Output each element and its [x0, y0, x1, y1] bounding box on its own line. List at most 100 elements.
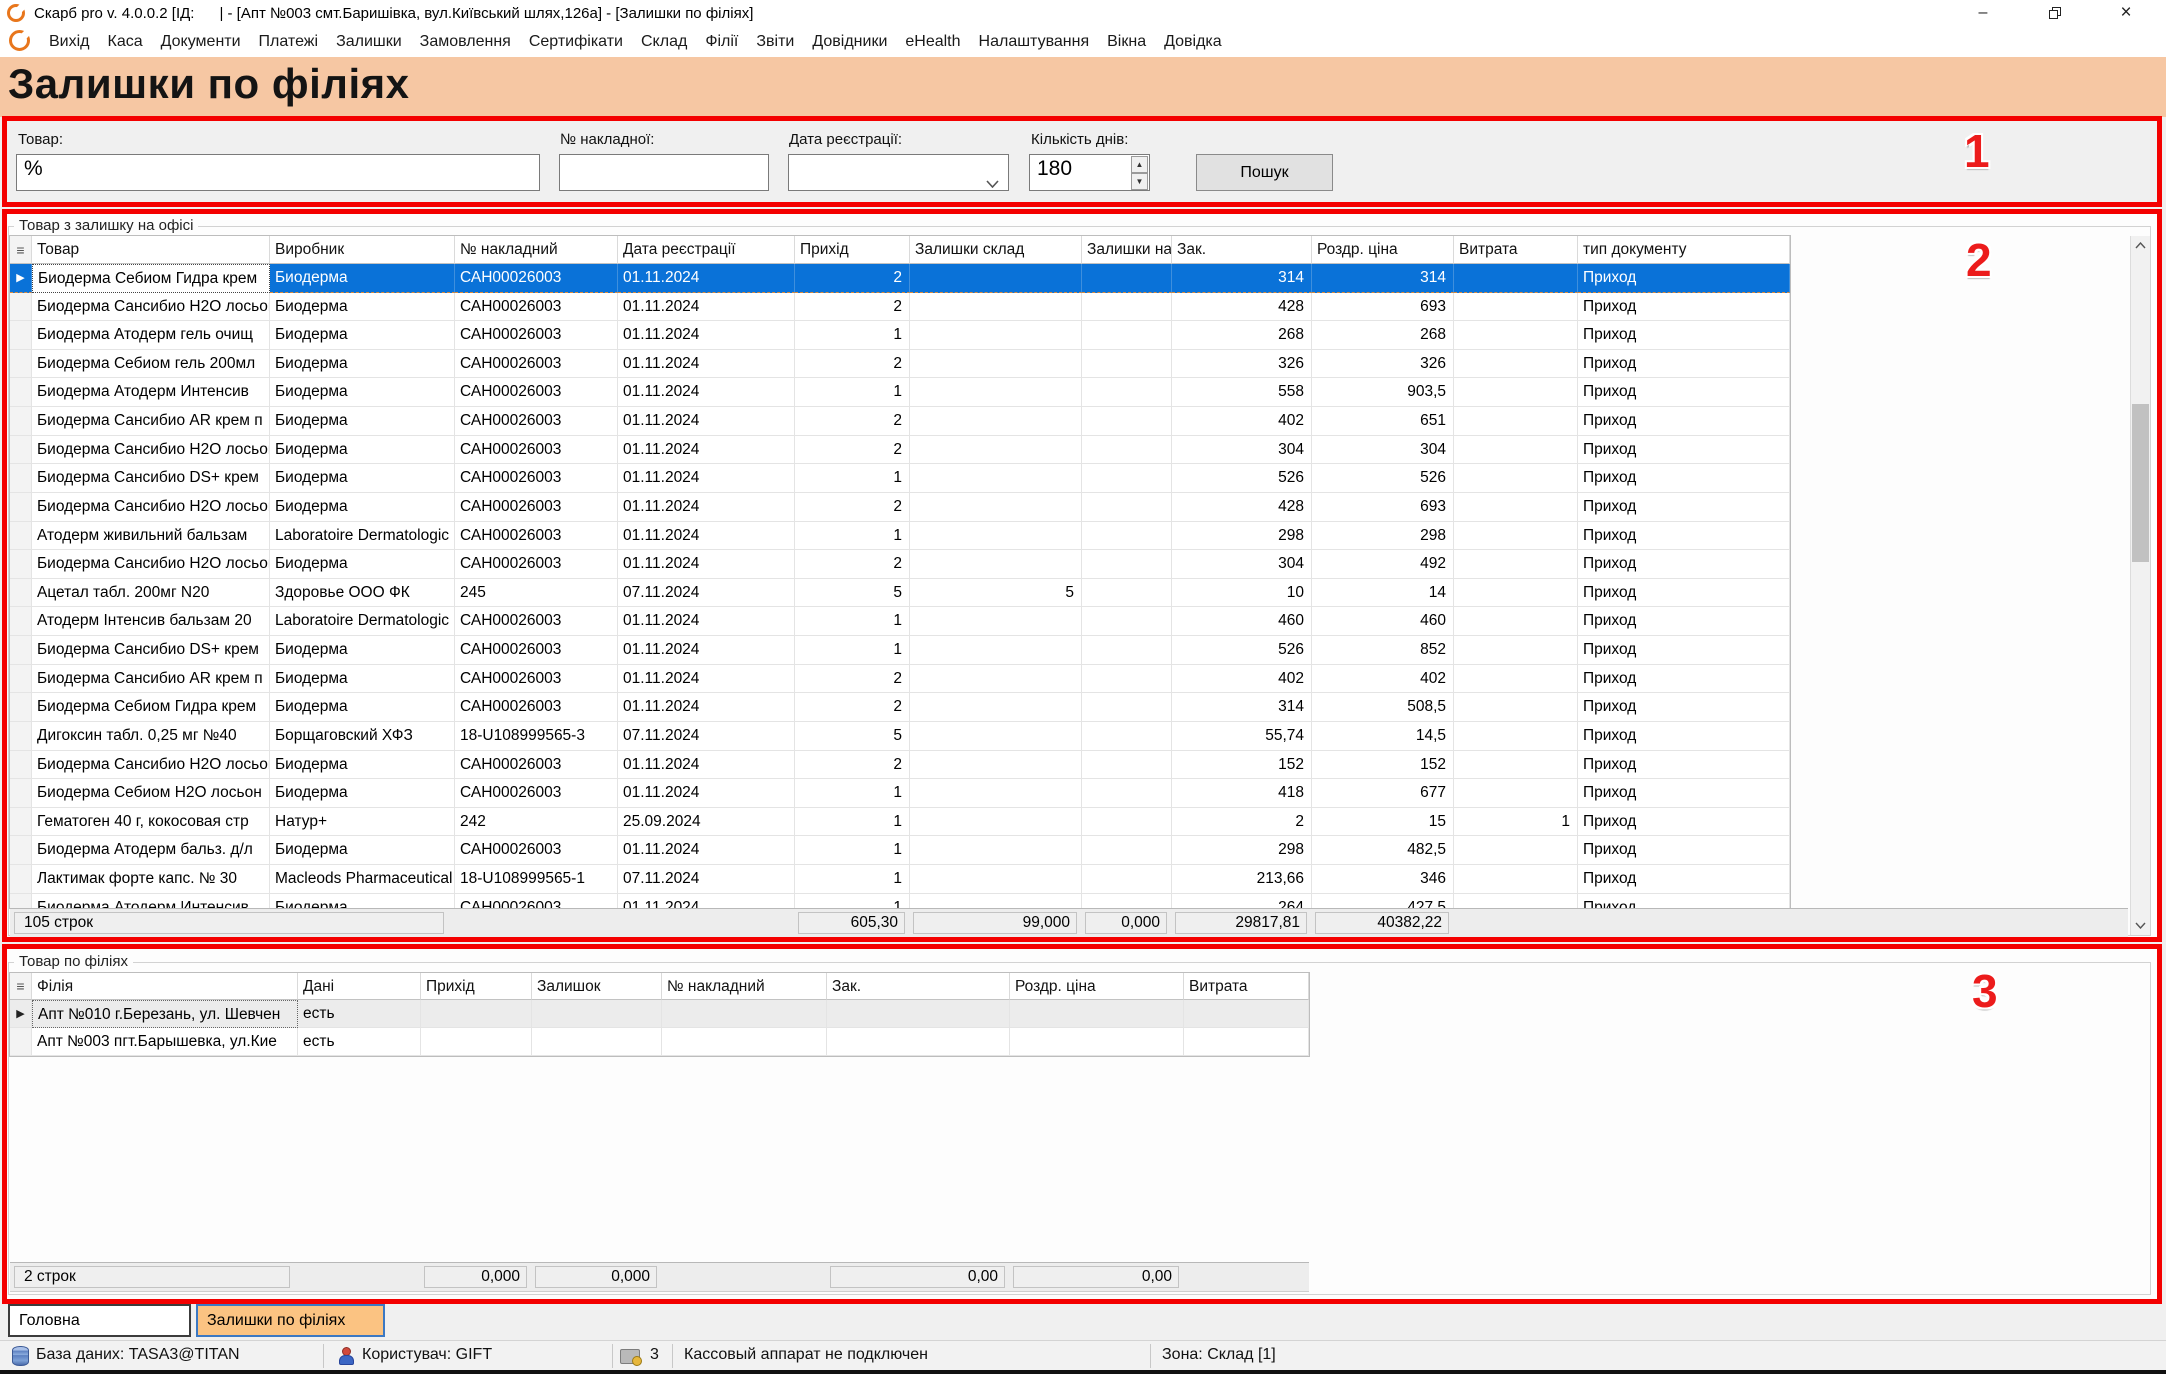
menu-item[interactable]: Довідка — [1155, 33, 1231, 51]
column-header[interactable]: Залишки на — [1082, 236, 1172, 264]
table-cell — [1454, 522, 1578, 550]
scroll-down-icon[interactable] — [2131, 916, 2150, 935]
table-row[interactable]: Биодерма Сансибио Н2О лосьонБиодермаСАН0… — [10, 493, 1790, 522]
column-header[interactable]: Дані — [298, 973, 421, 1000]
table-cell: Биодерма — [270, 464, 455, 493]
search-button[interactable]: Пошук — [1196, 154, 1333, 191]
table-row[interactable]: Ацетал табл. 200мг N20Здоровье ООО ФК245… — [10, 579, 1790, 607]
table-row[interactable]: Биодерма Себиом Н2О лосьонБиодермаСАН000… — [10, 779, 1790, 808]
product-input[interactable]: % — [16, 154, 540, 191]
table-cell — [910, 264, 1082, 293]
table-cell: 693 — [1312, 493, 1454, 522]
scrollbar-thumb[interactable] — [2132, 404, 2149, 562]
table-row[interactable]: Биодерма Себиом гель 200млБиодермаСАН000… — [10, 350, 1790, 378]
tab-zalyshky-po-filiiakh[interactable]: Залишки по філіях — [196, 1304, 385, 1337]
date-combobox[interactable] — [788, 154, 1009, 191]
column-header[interactable]: Роздр. ціна — [1010, 973, 1184, 1000]
table-cell — [910, 836, 1082, 865]
row-marker — [10, 779, 32, 808]
menu-item[interactable]: Каса — [99, 33, 152, 51]
menu-item[interactable]: Документи — [152, 33, 250, 51]
table-row[interactable]: Биодерма Сансибио DS+ кремБиодермаСАН000… — [10, 464, 1790, 493]
table-row[interactable]: Лактимак форте капс. № 30Macleods Pharma… — [10, 865, 1790, 894]
table-cell: 152 — [1172, 751, 1312, 779]
column-header[interactable]: № накладний — [662, 973, 827, 1000]
menu-item[interactable]: eHealth — [896, 33, 969, 51]
table-row[interactable]: Биодерма Атодерм гель очищБиодермаСАН000… — [10, 321, 1790, 350]
restore-button[interactable] — [2032, 0, 2078, 26]
menu-item[interactable]: Вікна — [1098, 33, 1155, 51]
table-row[interactable]: Биодерма Сансибио AR крем пБиодермаСАН00… — [10, 665, 1790, 693]
table-cell: САН00026003 — [455, 264, 618, 293]
column-header[interactable]: Витрата — [1184, 973, 1309, 1000]
table-row[interactable]: Биодерма Сансибио AR крем пБиодермаСАН00… — [10, 407, 1790, 436]
table-cell: 01.11.2024 — [618, 894, 795, 908]
days-label: Кількість днів: — [1031, 131, 1128, 148]
table-cell: Биодерма Сансибио DS+ крем — [32, 636, 270, 665]
column-header[interactable]: Дата реєстрації — [618, 236, 795, 264]
table-row[interactable]: Биодерма Атодерм бальз. д/лБиодермаСАН00… — [10, 836, 1790, 865]
vertical-scrollbar[interactable] — [2130, 236, 2150, 935]
branches-grid-menu-icon[interactable]: ≡ — [10, 973, 32, 1000]
table-cell: Биодерма Сансибио AR крем п — [32, 407, 270, 436]
table-cell — [910, 693, 1082, 722]
column-header[interactable]: Товар — [32, 236, 270, 264]
minimize-button[interactable]: – — [1960, 0, 2006, 26]
invoice-input[interactable] — [559, 154, 769, 191]
column-header[interactable]: тип документу — [1578, 236, 1790, 264]
table-row[interactable]: Биодерма Себиом Гидра кремБиодермаСАН000… — [10, 693, 1790, 722]
column-header[interactable]: Прихід — [421, 973, 532, 1000]
table-row[interactable]: Биодерма Атодерм ИнтенсивБиодермаСАН0002… — [10, 378, 1790, 407]
office-grid-menu-icon[interactable]: ≡ — [10, 236, 32, 264]
table-row[interactable]: Гематоген 40 г, кокосовая стрНатур+24225… — [10, 808, 1790, 836]
table-row[interactable]: ▶Биодерма Себиом Гидра кремБиодермаСАН00… — [10, 264, 1790, 293]
column-header[interactable]: Зак. — [827, 973, 1010, 1000]
column-header[interactable]: Залишки склад — [910, 236, 1082, 264]
tab-holovna[interactable]: Головна — [8, 1304, 191, 1337]
invoice-label: № накладної: — [560, 131, 654, 148]
table-row[interactable]: Биодерма Сансибио DS+ кремБиодермаСАН000… — [10, 636, 1790, 665]
column-header[interactable]: Прихід — [795, 236, 910, 264]
column-header[interactable]: № накладний — [455, 236, 618, 264]
stepper-down-icon[interactable]: ▼ — [1131, 173, 1148, 190]
table-cell: 693 — [1312, 293, 1454, 321]
table-cell — [1082, 894, 1172, 908]
menu-item[interactable]: Залишки — [327, 33, 411, 51]
scroll-up-icon[interactable] — [2131, 236, 2150, 255]
menu-item[interactable]: Звіти — [747, 33, 803, 51]
table-cell: 304 — [1172, 550, 1312, 579]
menu-item[interactable]: Налаштування — [970, 33, 1099, 51]
table-cell: 268 — [1312, 321, 1454, 350]
close-button[interactable]: × — [2103, 0, 2149, 26]
column-header[interactable]: Виробник — [270, 236, 455, 264]
table-cell: 01.11.2024 — [618, 607, 795, 636]
table-cell — [1082, 493, 1172, 522]
menu-item[interactable]: Платежі — [250, 33, 328, 51]
menu-item[interactable]: Довідники — [803, 33, 896, 51]
column-header[interactable]: Роздр. ціна — [1312, 236, 1454, 264]
column-header[interactable]: Філія — [32, 973, 298, 1000]
menu-item[interactable]: Склад — [632, 33, 696, 51]
row-marker — [10, 407, 32, 436]
days-stepper[interactable]: 180 ▲ ▼ — [1029, 154, 1150, 191]
table-row[interactable]: Апт №003 пгт.Барышевка, ул.Киеесть — [10, 1028, 1309, 1056]
menu-item[interactable]: Філії — [696, 33, 747, 51]
table-row[interactable]: Биодерма Сансибио Н2О лосьонБиодермаСАН0… — [10, 293, 1790, 321]
menu-item[interactable]: Сертифікати — [520, 33, 632, 51]
table-row[interactable]: Биодерма Сансибио Н2О лосьонБиодермаСАН0… — [10, 436, 1790, 464]
table-row[interactable]: Дигоксин табл. 0,25 мг №40Борщаговский Х… — [10, 722, 1790, 751]
table-row[interactable]: Биодерма Атодерм ИнтенсивБиодермаСАН0002… — [10, 894, 1790, 908]
table-row[interactable]: Биодерма Сансибио Н2О лосьонБиодермаСАН0… — [10, 751, 1790, 779]
menu-item[interactable]: Замовлення — [411, 33, 520, 51]
chevron-down-icon[interactable] — [986, 170, 999, 194]
table-row[interactable]: ▶Апт №010 г.Березань, ул. Шевченесть — [10, 1000, 1309, 1028]
stepper-up-icon[interactable]: ▲ — [1131, 156, 1148, 173]
table-cell: Биодерма — [270, 550, 455, 579]
column-header[interactable]: Залишок — [532, 973, 662, 1000]
menu-item[interactable]: Вихід — [40, 33, 99, 51]
column-header[interactable]: Витрата — [1454, 236, 1578, 264]
table-row[interactable]: Атодерм Інтенсив бальзам 20Laboratoire D… — [10, 607, 1790, 636]
table-row[interactable]: Атодерм живильний бальзамLaboratoire Der… — [10, 522, 1790, 550]
column-header[interactable]: Зак. — [1172, 236, 1312, 264]
table-row[interactable]: Биодерма Сансибио Н2О лосьонБиодермаСАН0… — [10, 550, 1790, 579]
